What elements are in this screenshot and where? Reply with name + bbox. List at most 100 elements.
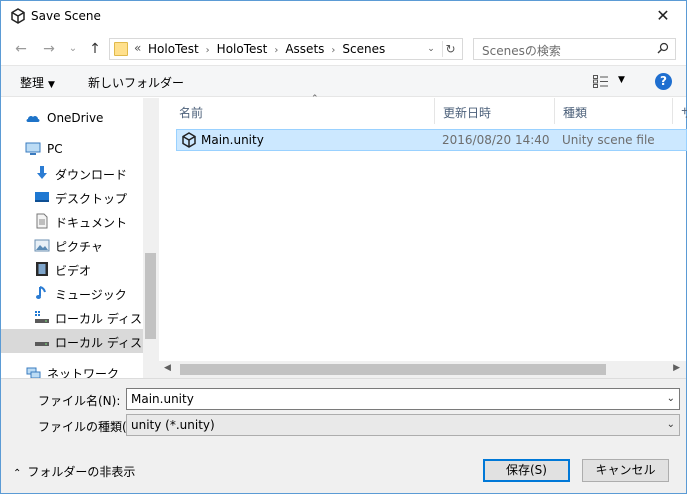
videos-icon [36,262,48,276]
up-button[interactable]: ↑ [85,39,105,59]
close-button[interactable]: ✕ [640,1,686,31]
pc-icon [25,142,41,155]
sidebar-item-music[interactable]: ミュージック [1,281,143,305]
chevron-down-icon[interactable]: ▼ [618,75,625,85]
breadcrumb-overflow[interactable]: « [134,41,141,55]
file-list: 名前 ⌃ 更新日時 種類 サ Main.unity 2016/08/20 14:… [158,94,687,378]
network-icon [26,367,41,378]
sidebar-item-pc[interactable]: PC [1,137,143,161]
window-title: Save Scene [31,9,101,23]
filetype-value: unity (*.unity) [131,418,215,432]
column-label: 名前 [179,106,204,120]
view-options-icon[interactable] [593,75,609,88]
pictures-icon [34,239,50,252]
sidebar-item-label: ミュージック [55,288,127,302]
chevron-down-icon[interactable]: ⌄ [667,419,675,430]
navigation-bar: ← → ⌄ ↑ « HoloTest › HoloTest › Assets › Scene… [1,33,686,65]
sidebar-item-label: PC [47,142,63,156]
sidebar-item-label: ビデオ [55,264,92,278]
sidebar-item-local-disk-c[interactable]: ローカル ディスク (C [1,305,158,329]
sidebar-item-downloads[interactable]: ダウンロード [1,161,143,185]
search-icon [657,42,669,54]
unity-icon [11,8,25,24]
save-options-panel: ファイル名(N): Main.unity ⌄ ファイルの種類(T): unity… [1,378,686,493]
desktop-icon [35,192,49,202]
sidebar-item-local-disk-d[interactable]: ローカル ディスク (D [1,329,158,353]
drive-c-icon [35,311,49,323]
address-dropdown-button[interactable]: ⌄ [424,42,438,56]
breadcrumb: HoloTest › HoloTest › Assets › Scenes [148,42,385,56]
forward-button[interactable]: → [39,39,59,59]
sidebar-item-label: ピクチャ [55,240,103,254]
chevron-up-icon: ⌃ [13,468,22,479]
sidebar-scroll-thumb[interactable] [145,253,156,339]
unity-icon [182,132,196,148]
sidebar-item-videos[interactable]: ビデオ [1,257,143,281]
horizontal-scrollbar[interactable]: ◀ ▶ [158,361,686,378]
back-button[interactable]: ← [11,39,31,59]
cancel-button[interactable]: キャンセル [582,459,669,482]
file-name: Main.unity [201,133,264,147]
column-header-size[interactable]: サ [673,98,687,124]
column-header-type[interactable]: 種類 [555,98,673,124]
filetype-select[interactable]: unity (*.unity) ⌄ [126,414,680,436]
download-icon [37,166,47,179]
save-button[interactable]: 保存(S) [483,459,570,482]
documents-icon [36,213,48,229]
file-modified: 2016/08/20 14:40 [442,133,550,147]
column-header-modified[interactable]: 更新日時 [435,98,555,124]
help-icon[interactable]: ? [655,73,672,90]
recent-locations-button[interactable]: ⌄ [63,39,83,59]
search-input[interactable]: Scenesの検索 [482,42,561,59]
hide-folders-toggle[interactable]: ⌃ フォルダーの非表示 [13,463,135,480]
filename-label: ファイル名(N): [38,394,121,408]
sidebar-item-onedrive[interactable]: OneDrive [1,106,143,130]
breadcrumb-separator[interactable]: › [274,45,278,56]
sidebar-item-desktop[interactable]: デスクトップ [1,185,143,209]
folder-icon [114,42,128,56]
sidebar-item-pictures[interactable]: ピクチャ [1,233,143,257]
filename-field[interactable]: Main.unity ⌄ [126,388,680,410]
sidebar-item-network[interactable]: ネットワーク [1,360,143,378]
chevron-down-icon[interactable]: ⌄ [667,393,675,404]
breadcrumb-item[interactable]: Assets [285,42,324,56]
breadcrumb-item[interactable]: HoloTest [217,42,268,56]
column-header-name[interactable]: 名前 ⌃ [171,94,435,124]
filename-value: Main.unity [131,392,194,406]
breadcrumb-item[interactable]: Scenes [342,42,385,56]
organize-label: 整理 [20,76,45,90]
file-type: Unity scene file [562,133,655,147]
onedrive-icon [26,115,40,122]
horizontal-scroll-thumb[interactable] [180,364,606,375]
column-label: 種類 [563,106,588,120]
sidebar-item-label: ダウンロード [55,168,128,182]
save-scene-dialog: Save Scene ✕ ← → ⌄ ↑ « HoloTest › HoloTest… [0,0,687,494]
chevron-down-icon: ▼ [48,80,55,90]
column-label: サ [681,104,687,121]
breadcrumb-separator[interactable]: › [206,45,210,56]
refresh-button[interactable]: ↻ [442,41,458,57]
sidebar-item-label: デスクトップ [55,192,128,206]
column-label: 更新日時 [443,106,492,120]
scroll-left-icon[interactable]: ◀ [164,363,171,373]
music-icon [36,286,46,299]
command-bar: 整理 ▼ 新しいフォルダー ▼ ? [1,65,686,97]
hide-folders-label: フォルダーの非表示 [27,465,136,479]
sidebar-item-documents[interactable]: ドキュメント [1,209,143,233]
organize-menu[interactable]: 整理 ▼ [20,74,55,91]
search-box[interactable]: Scenesの検索 [473,38,676,60]
navigation-pane: OneDrive PC ダウンロード デスクトップ ドキュメント ピクチャ ビデ… [1,98,158,378]
sidebar-item-label: OneDrive [47,111,104,125]
drive-d-icon [35,342,49,346]
sidebar-item-label: ドキュメント [55,216,128,230]
scroll-right-icon[interactable]: ▶ [673,363,680,373]
title-bar: Save Scene ✕ [1,1,686,32]
new-folder-button[interactable]: 新しいフォルダー [88,74,184,91]
breadcrumb-separator[interactable]: › [331,45,335,56]
sidebar-item-label: ネットワーク [47,367,120,378]
sort-ascending-icon: ⌃ [311,94,319,104]
address-bar[interactable]: « HoloTest › HoloTest › Assets › Scenes ⌄ ↻ [109,38,463,60]
breadcrumb-item[interactable]: HoloTest [148,42,199,56]
table-row[interactable]: Main.unity 2016/08/20 14:40 Unity scene … [176,129,687,151]
sidebar-scrollbar[interactable] [143,98,158,378]
